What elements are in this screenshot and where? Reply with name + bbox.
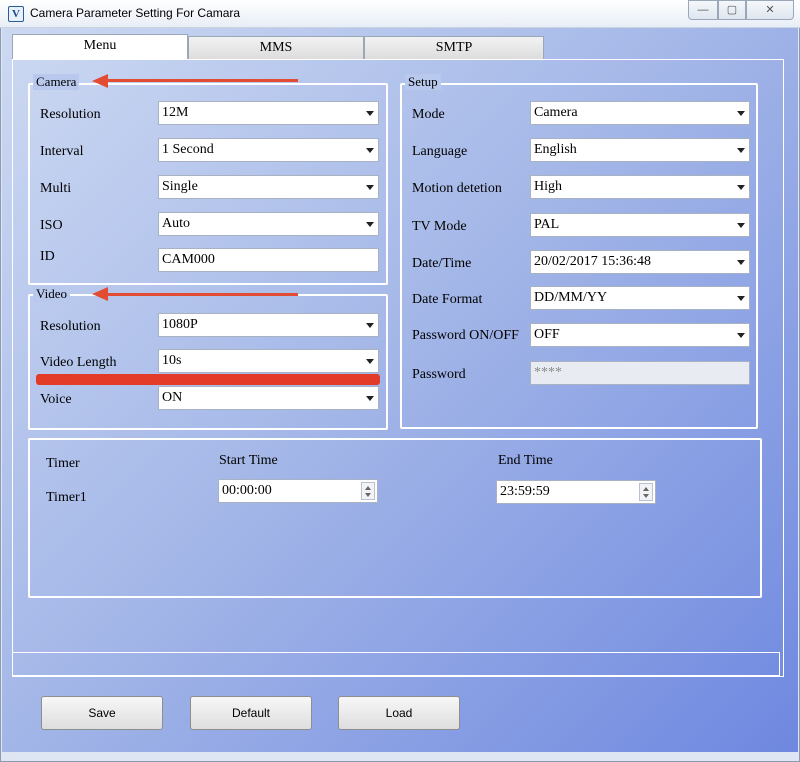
- annotation-arrowhead-camera: [92, 74, 108, 88]
- interval-label: Interval: [40, 144, 84, 159]
- maximize-icon[interactable]: ▢: [718, 0, 746, 20]
- tv-mode-dropdown[interactable]: PAL: [530, 213, 750, 237]
- chevron-down-icon: [737, 260, 745, 265]
- camera-resolution-label: Resolution: [40, 107, 101, 122]
- start-time-value: 00:00:00: [222, 483, 272, 498]
- end-time-spinner[interactable]: 23:59:59: [496, 480, 656, 504]
- spinner-buttons[interactable]: [639, 483, 653, 501]
- timer1-label: Timer1: [46, 490, 87, 505]
- id-label: ID: [40, 249, 55, 264]
- annotation-arrow-line-camera: [106, 79, 298, 82]
- motion-detection-label: Motion detetion: [412, 181, 502, 196]
- tv-mode-label: TV Mode: [412, 219, 467, 234]
- mode-label: Mode: [412, 107, 445, 122]
- language-dropdown[interactable]: English: [530, 138, 750, 162]
- iso-label: ISO: [40, 218, 63, 233]
- interval-dropdown[interactable]: 1 Second: [158, 138, 379, 162]
- window-title: Camera Parameter Setting For Camara: [30, 6, 241, 20]
- chevron-down-icon: [366, 222, 374, 227]
- chevron-down-icon: [366, 359, 374, 364]
- datetime-label: Date/Time: [412, 256, 472, 271]
- spinner-buttons[interactable]: [361, 482, 375, 500]
- end-time-value: 23:59:59: [500, 484, 550, 499]
- multi-dropdown[interactable]: Single: [158, 175, 379, 199]
- date-format-value: DD/MM/YY: [534, 290, 608, 305]
- start-time-spinner[interactable]: 00:00:00: [218, 479, 378, 503]
- tv-mode-value: PAL: [534, 217, 560, 232]
- video-resolution-value: 1080P: [162, 317, 198, 332]
- motion-detection-value: High: [534, 179, 562, 194]
- default-button[interactable]: Default: [190, 696, 312, 730]
- video-group-label: Video: [33, 286, 70, 302]
- spin-down-icon[interactable]: [365, 493, 371, 497]
- spin-up-icon[interactable]: [365, 486, 371, 490]
- password-onoff-dropdown[interactable]: OFF: [530, 323, 750, 347]
- voice-value: ON: [162, 390, 183, 405]
- chevron-down-icon: [737, 111, 745, 116]
- minimize-icon[interactable]: —: [688, 0, 718, 20]
- multi-value: Single: [162, 179, 198, 194]
- date-format-dropdown[interactable]: DD/MM/YY: [530, 286, 750, 310]
- video-resolution-label: Resolution: [40, 319, 101, 334]
- date-format-label: Date Format: [412, 292, 483, 307]
- chevron-down-icon: [737, 185, 745, 190]
- load-button[interactable]: Load: [338, 696, 460, 730]
- datetime-value: 20/02/2017 15:36:48: [534, 254, 652, 269]
- chevron-down-icon: [737, 148, 745, 153]
- iso-value: Auto: [162, 216, 190, 231]
- datetime-picker[interactable]: 20/02/2017 15:36:48: [530, 250, 750, 274]
- spin-up-icon[interactable]: [643, 487, 649, 491]
- video-length-value: 10s: [162, 353, 182, 368]
- video-length-dropdown[interactable]: 10s: [158, 349, 379, 373]
- camera-resolution-value: 12M: [162, 105, 189, 120]
- password-onoff-label: Password ON/OFF: [412, 328, 519, 343]
- chevron-down-icon: [366, 323, 374, 328]
- tab-smtp[interactable]: SMTP: [364, 36, 544, 60]
- status-strip: [12, 652, 780, 676]
- timer-groupbox: [28, 438, 762, 598]
- multi-label: Multi: [40, 181, 72, 196]
- language-value: English: [534, 142, 577, 157]
- chevron-down-icon: [737, 296, 745, 301]
- chevron-down-icon: [366, 396, 374, 401]
- spin-down-icon[interactable]: [643, 494, 649, 498]
- chevron-down-icon: [366, 185, 374, 190]
- password-onoff-value: OFF: [534, 327, 560, 342]
- chevron-down-icon: [366, 148, 374, 153]
- save-button[interactable]: Save: [41, 696, 163, 730]
- language-label: Language: [412, 144, 468, 159]
- tab-menu[interactable]: Menu: [12, 34, 188, 60]
- annotation-arrow-line-video: [106, 293, 298, 296]
- timer-header: Timer: [46, 456, 80, 471]
- window-controls: — ▢ ✕: [688, 0, 796, 20]
- voice-dropdown[interactable]: ON: [158, 386, 379, 410]
- camera-group-label: Camera: [33, 74, 80, 90]
- motion-detection-dropdown[interactable]: High: [530, 175, 750, 199]
- annotation-arrowhead-video: [92, 287, 108, 301]
- video-length-label: Video Length: [40, 355, 117, 370]
- setup-group-label: Setup: [405, 74, 441, 90]
- id-input[interactable]: CAM000: [158, 248, 379, 272]
- chevron-down-icon: [737, 333, 745, 338]
- end-time-header: End Time: [498, 453, 553, 468]
- video-resolution-dropdown[interactable]: 1080P: [158, 313, 379, 337]
- interval-value: 1 Second: [162, 142, 214, 157]
- mode-dropdown[interactable]: Camera: [530, 101, 750, 125]
- mode-value: Camera: [534, 105, 578, 120]
- camera-app-icon: V: [8, 6, 24, 22]
- iso-dropdown[interactable]: Auto: [158, 212, 379, 236]
- camera-resolution-dropdown[interactable]: 12M: [158, 101, 379, 125]
- tab-mms[interactable]: MMS: [188, 36, 364, 60]
- password-input[interactable]: ****: [530, 361, 750, 385]
- close-icon[interactable]: ✕: [746, 0, 794, 20]
- start-time-header: Start Time: [219, 453, 278, 468]
- chevron-down-icon: [737, 223, 745, 228]
- voice-label: Voice: [40, 392, 72, 407]
- chevron-down-icon: [366, 111, 374, 116]
- annotation-highlight-video-length: [36, 374, 380, 385]
- password-label: Password: [412, 367, 466, 382]
